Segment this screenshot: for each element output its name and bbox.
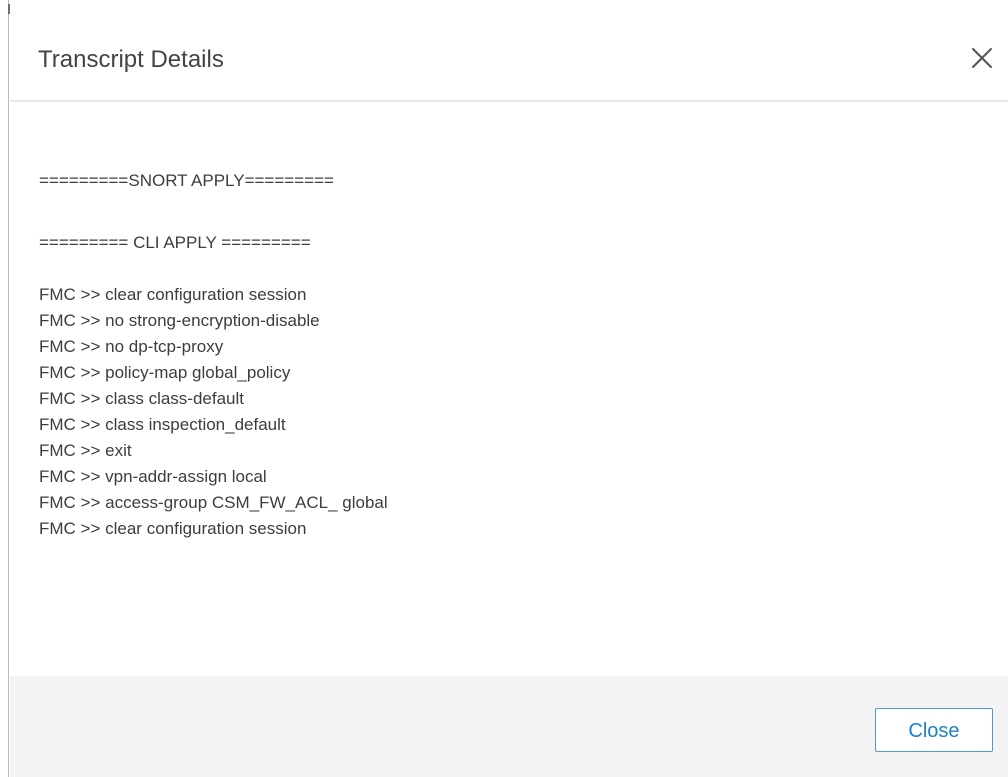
close-icon-glyph — [972, 48, 992, 68]
dialog-footer: Close — [10, 676, 1008, 777]
transcript-details-dialog: Transcript Details =========SNORT APPLY=… — [10, 0, 1008, 777]
transcript-line: FMC >> no strong-encryption-disable — [39, 311, 320, 330]
transcript-content: =========SNORT APPLY========= ========= … — [39, 168, 969, 542]
snort-apply-header: =========SNORT APPLY========= — [39, 171, 334, 190]
transcript-line: FMC >> class inspection_default — [39, 415, 286, 434]
transcript-line: FMC >> vpn-addr-assign local — [39, 467, 267, 486]
dialog-header: Transcript Details — [10, 0, 1008, 102]
transcript-line: FMC >> access-group CSM_FW_ACL_ global — [39, 493, 388, 512]
transcript-line: FMC >> class class-default — [39, 389, 245, 408]
dialog-body: =========SNORT APPLY========= ========= … — [10, 102, 1008, 676]
transcript-line: FMC >> no dp-tcp-proxy — [39, 337, 224, 356]
close-button[interactable]: Close — [875, 708, 993, 752]
transcript-line: FMC >> clear configuration session — [39, 519, 307, 538]
dialog-title: Transcript Details — [38, 46, 224, 73]
transcript-line: FMC >> clear configuration session — [39, 285, 307, 304]
window-left-edge — [8, 0, 9, 777]
cli-apply-header: ========= CLI APPLY ========= — [39, 233, 311, 252]
transcript-line: FMC >> policy-map global_policy — [39, 363, 291, 382]
transcript-line: FMC >> exit — [39, 441, 132, 460]
close-icon[interactable] — [970, 46, 994, 70]
